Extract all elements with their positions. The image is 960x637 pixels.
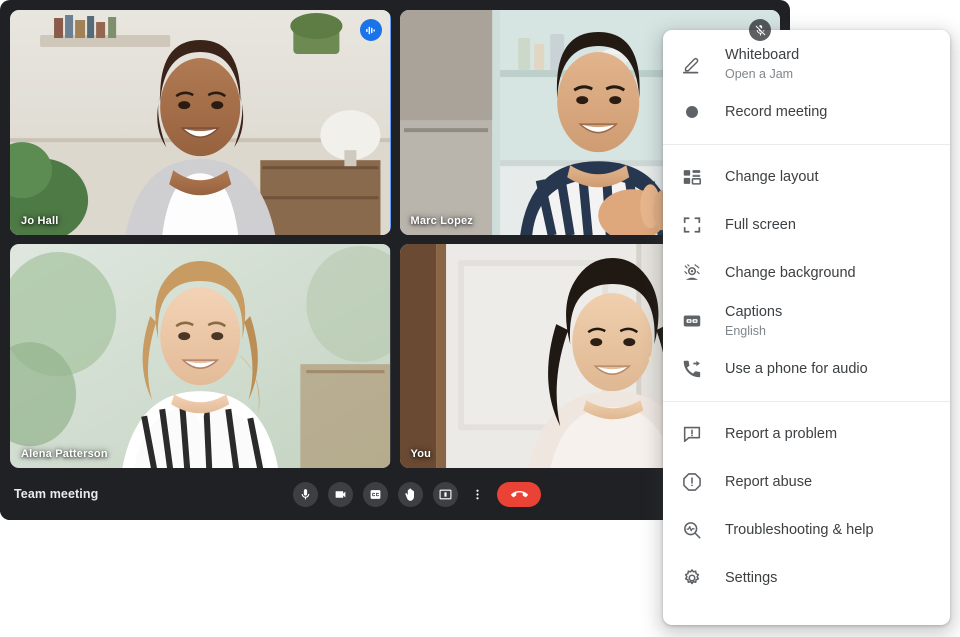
meeting-title: Team meeting (14, 487, 98, 501)
menu-item-label: Report a problem (725, 425, 837, 444)
menu-item-whiteboard[interactable]: Whiteboard Open a Jam (663, 40, 950, 88)
camera-button[interactable] (328, 482, 353, 507)
gear-icon (681, 565, 707, 591)
menu-item-text: Settings (725, 569, 777, 588)
menu-item-label: Whiteboard (725, 46, 799, 65)
raise-hand-button[interactable] (398, 482, 423, 507)
present-icon (439, 488, 452, 501)
menu-item-text: Whiteboard Open a Jam (725, 46, 799, 83)
menu-item-text: Report a problem (725, 425, 837, 444)
menu-item-record-meeting[interactable]: Record meeting (663, 88, 950, 136)
participant-name: Alena Patterson (18, 447, 111, 461)
menu-item-text: Change layout (725, 168, 819, 187)
menu-item-text: Captions English (725, 303, 782, 340)
menu-item-sublabel: Open a Jam (725, 66, 799, 83)
more-options-button[interactable] (468, 482, 487, 507)
more-options-menu: Whiteboard Open a Jam Record meeting (663, 30, 950, 625)
report-octagon-icon (681, 469, 707, 495)
menu-item-troubleshooting-help[interactable]: Troubleshooting & help (663, 506, 950, 554)
menu-item-text: Report abuse (725, 473, 812, 492)
captions-button[interactable] (363, 482, 388, 507)
menu-item-text: Change background (725, 264, 856, 283)
menu-item-report-a-problem[interactable]: Report a problem (663, 410, 950, 458)
participant-name: You (408, 447, 435, 461)
menu-item-change-layout[interactable]: Change layout (663, 153, 950, 201)
menu-item-text: Troubleshooting & help (725, 521, 874, 540)
menu-item-label: Record meeting (725, 103, 827, 122)
menu-group-tools: Whiteboard Open a Jam Record meeting (663, 30, 950, 136)
menu-divider (663, 401, 950, 402)
troubleshoot-icon (681, 517, 707, 543)
menu-item-text: Use a phone for audio (725, 360, 868, 379)
videocam-icon (334, 488, 347, 501)
video-tile-alena-patterson[interactable]: Alena Patterson (10, 244, 391, 469)
phone-forward-icon (681, 356, 707, 382)
microphone-button[interactable] (293, 482, 318, 507)
leave-call-button[interactable] (497, 482, 541, 507)
participant-video-jo-hall (10, 10, 390, 235)
menu-item-sublabel: English (725, 323, 782, 340)
menu-divider (663, 144, 950, 145)
menu-item-settings[interactable]: Settings (663, 554, 950, 602)
fullscreen-icon (681, 212, 707, 238)
menu-item-full-screen[interactable]: Full screen (663, 201, 950, 249)
call-end-icon (511, 486, 528, 503)
menu-item-change-background[interactable]: Change background (663, 249, 950, 297)
change-background-icon (681, 260, 707, 286)
menu-item-label: Troubleshooting & help (725, 521, 874, 540)
participant-video-alena-patterson (10, 244, 390, 469)
participant-name: Jo Hall (18, 214, 61, 228)
menu-item-text: Full screen (725, 216, 796, 235)
whiteboard-pen-icon (681, 51, 707, 77)
menu-item-label: Captions (725, 303, 782, 322)
participant-name: Marc Lopez (408, 214, 477, 228)
menu-item-label: Report abuse (725, 473, 812, 492)
menu-item-label: Change layout (725, 168, 819, 187)
present-now-button[interactable] (433, 482, 458, 507)
more-vert-icon (471, 488, 484, 501)
closed-caption-icon (681, 308, 707, 334)
menu-item-label: Settings (725, 569, 777, 588)
speaking-icon (360, 19, 382, 41)
menu-item-label: Full screen (725, 216, 796, 235)
screenshot-stage: Jo Hall (0, 0, 960, 637)
video-tile-jo-hall[interactable]: Jo Hall (10, 10, 391, 235)
hand-icon (404, 488, 417, 501)
menu-item-report-abuse[interactable]: Report abuse (663, 458, 950, 506)
menu-item-captions[interactable]: Captions English (663, 297, 950, 345)
menu-item-use-a-phone-for-audio[interactable]: Use a phone for audio (663, 345, 950, 393)
closed-caption-icon (369, 488, 382, 501)
menu-item-label: Change background (725, 264, 856, 283)
layout-grid-icon (681, 164, 707, 190)
feedback-icon (681, 421, 707, 447)
menu-item-text: Record meeting (725, 103, 827, 122)
mic-off-icon (749, 19, 771, 41)
control-buttons (293, 482, 541, 507)
menu-group-view: Change layout Full screen (663, 153, 950, 393)
menu-group-support: Report a problem Report abuse (663, 410, 950, 602)
record-dot-icon (681, 99, 707, 125)
mic-icon (299, 488, 312, 501)
menu-item-label: Use a phone for audio (725, 360, 868, 379)
